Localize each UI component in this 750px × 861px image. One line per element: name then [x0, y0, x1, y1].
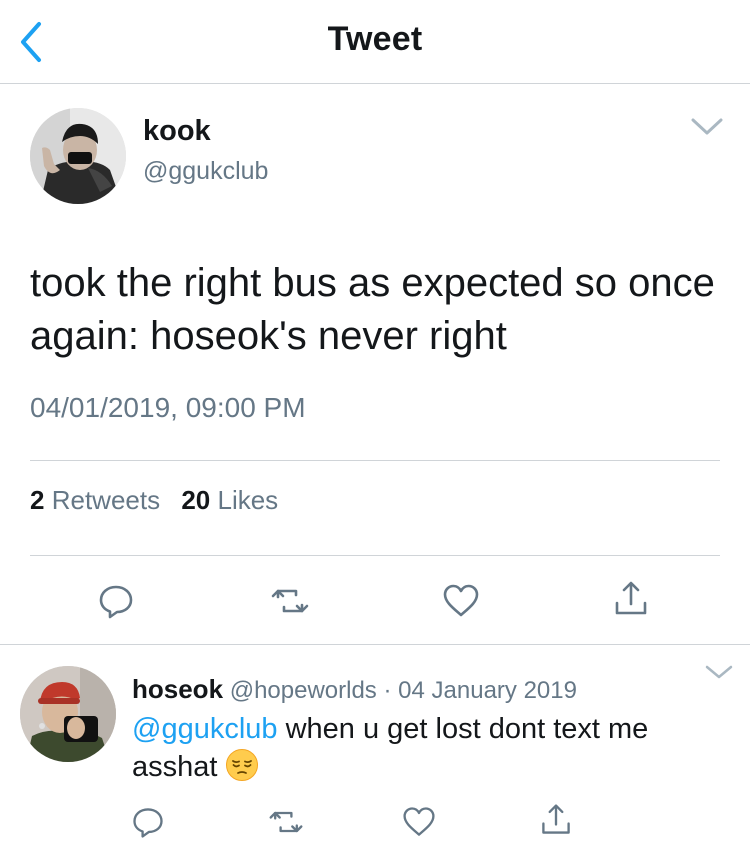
like-count: 20 [181, 485, 211, 515]
share-icon [542, 804, 570, 834]
author-handle[interactable]: @ggukclub [143, 157, 268, 186]
reply-icon [99, 585, 133, 619]
share-button[interactable] [538, 802, 574, 838]
more-options-button[interactable] [690, 117, 724, 137]
reply-button[interactable] [96, 581, 136, 621]
retweet-label: Retweets [51, 485, 161, 515]
more-options-button[interactable] [704, 664, 734, 680]
heart-icon [403, 807, 435, 836]
avatar[interactable] [20, 666, 116, 762]
divider [30, 555, 720, 556]
reply-author-name[interactable]: hoseok [132, 674, 223, 704]
mention-link[interactable]: @ggukclub [132, 713, 278, 745]
likes-stat[interactable]: 20 Likes [181, 485, 278, 515]
share-icon [615, 581, 647, 615]
share-button[interactable] [611, 579, 651, 619]
like-button[interactable] [441, 581, 481, 621]
retweet-button[interactable] [270, 581, 310, 621]
reply-date: 04 January 2019 [398, 677, 577, 704]
divider [30, 460, 720, 461]
retweet-icon [271, 589, 309, 613]
reply-header: hoseok @hopeworlds · 04 January 2019 [132, 674, 577, 705]
tweet-timestamp: 04/01/2019, 09:00 PM [30, 392, 306, 423]
chevron-down-icon [705, 665, 733, 679]
avatar-photo [20, 666, 116, 762]
pensive-face-icon [225, 748, 259, 782]
avatar[interactable] [30, 108, 126, 204]
reply-button[interactable] [130, 804, 166, 840]
reply-text: @ggukclub when u get lost dont text me a… [132, 710, 712, 786]
chevron-down-icon [691, 118, 723, 135]
avatar-photo [30, 108, 126, 204]
page-title: Tweet [327, 20, 423, 58]
heart-icon [443, 584, 479, 617]
tweet-stats: 2 Retweets 20 Likes [30, 485, 278, 516]
reply-author-handle[interactable]: @hopeworlds [230, 677, 377, 704]
navigation-bar: Tweet [0, 0, 750, 84]
author-name[interactable]: kook [143, 115, 211, 148]
tweet-text: took the right bus as expected so once a… [30, 261, 715, 358]
like-button[interactable] [401, 804, 437, 840]
like-label: Likes [217, 485, 279, 515]
retweet-button[interactable] [268, 804, 304, 840]
reply-icon [133, 808, 163, 838]
retweet-icon [269, 811, 303, 833]
retweet-count: 2 [30, 485, 45, 515]
retweets-stat[interactable]: 2 Retweets [30, 485, 160, 515]
reply-tweet[interactable]: hoseok @hopeworlds · 04 January 2019 @gg… [0, 646, 750, 861]
main-tweet: kook @ggukclub took the right bus as exp… [0, 85, 750, 645]
separator-dot: · [383, 677, 392, 704]
